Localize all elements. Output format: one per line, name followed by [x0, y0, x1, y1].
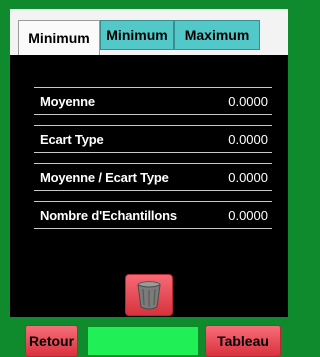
tab-maximum[interactable]: Maximum [174, 20, 260, 50]
stat-row-moyenne: Moyenne 0.0000 [34, 87, 272, 115]
back-button[interactable]: Retour [25, 325, 78, 357]
stat-row-ecart-type: Ecart Type 0.0000 [34, 125, 272, 153]
bottom-bar: Retour Tableau [0, 317, 288, 357]
stat-row-nombre-echantillons: Nombre d'Echantillons 0.0000 [34, 201, 272, 229]
tab-minimum[interactable]: Minimum [100, 20, 174, 50]
main-panel: Minimum Minimum Maximum Moyenne 0.0000 E… [10, 9, 288, 317]
status-bar [88, 327, 198, 355]
action-area [10, 264, 288, 317]
stat-label: Moyenne / Ecart Type [40, 170, 169, 185]
tab-strip: Minimum Minimum Maximum [10, 9, 288, 55]
stat-label: Moyenne [40, 94, 95, 109]
stat-value: 0.0000 [228, 132, 268, 147]
stat-label: Nombre d'Echantillons [40, 208, 177, 223]
stats-list: Moyenne 0.0000 Ecart Type 0.0000 Moyenne… [10, 55, 288, 264]
delete-button[interactable] [125, 274, 173, 316]
trash-icon [137, 281, 161, 310]
stat-label: Ecart Type [40, 132, 104, 147]
stat-row-moyenne-ecart-type: Moyenne / Ecart Type 0.0000 [34, 163, 272, 191]
stat-value: 0.0000 [228, 94, 268, 109]
stat-value: 0.0000 [228, 170, 268, 185]
table-button[interactable]: Tableau [205, 325, 281, 357]
tab-minimum-active[interactable]: Minimum [18, 20, 100, 55]
stat-value: 0.0000 [228, 208, 268, 223]
